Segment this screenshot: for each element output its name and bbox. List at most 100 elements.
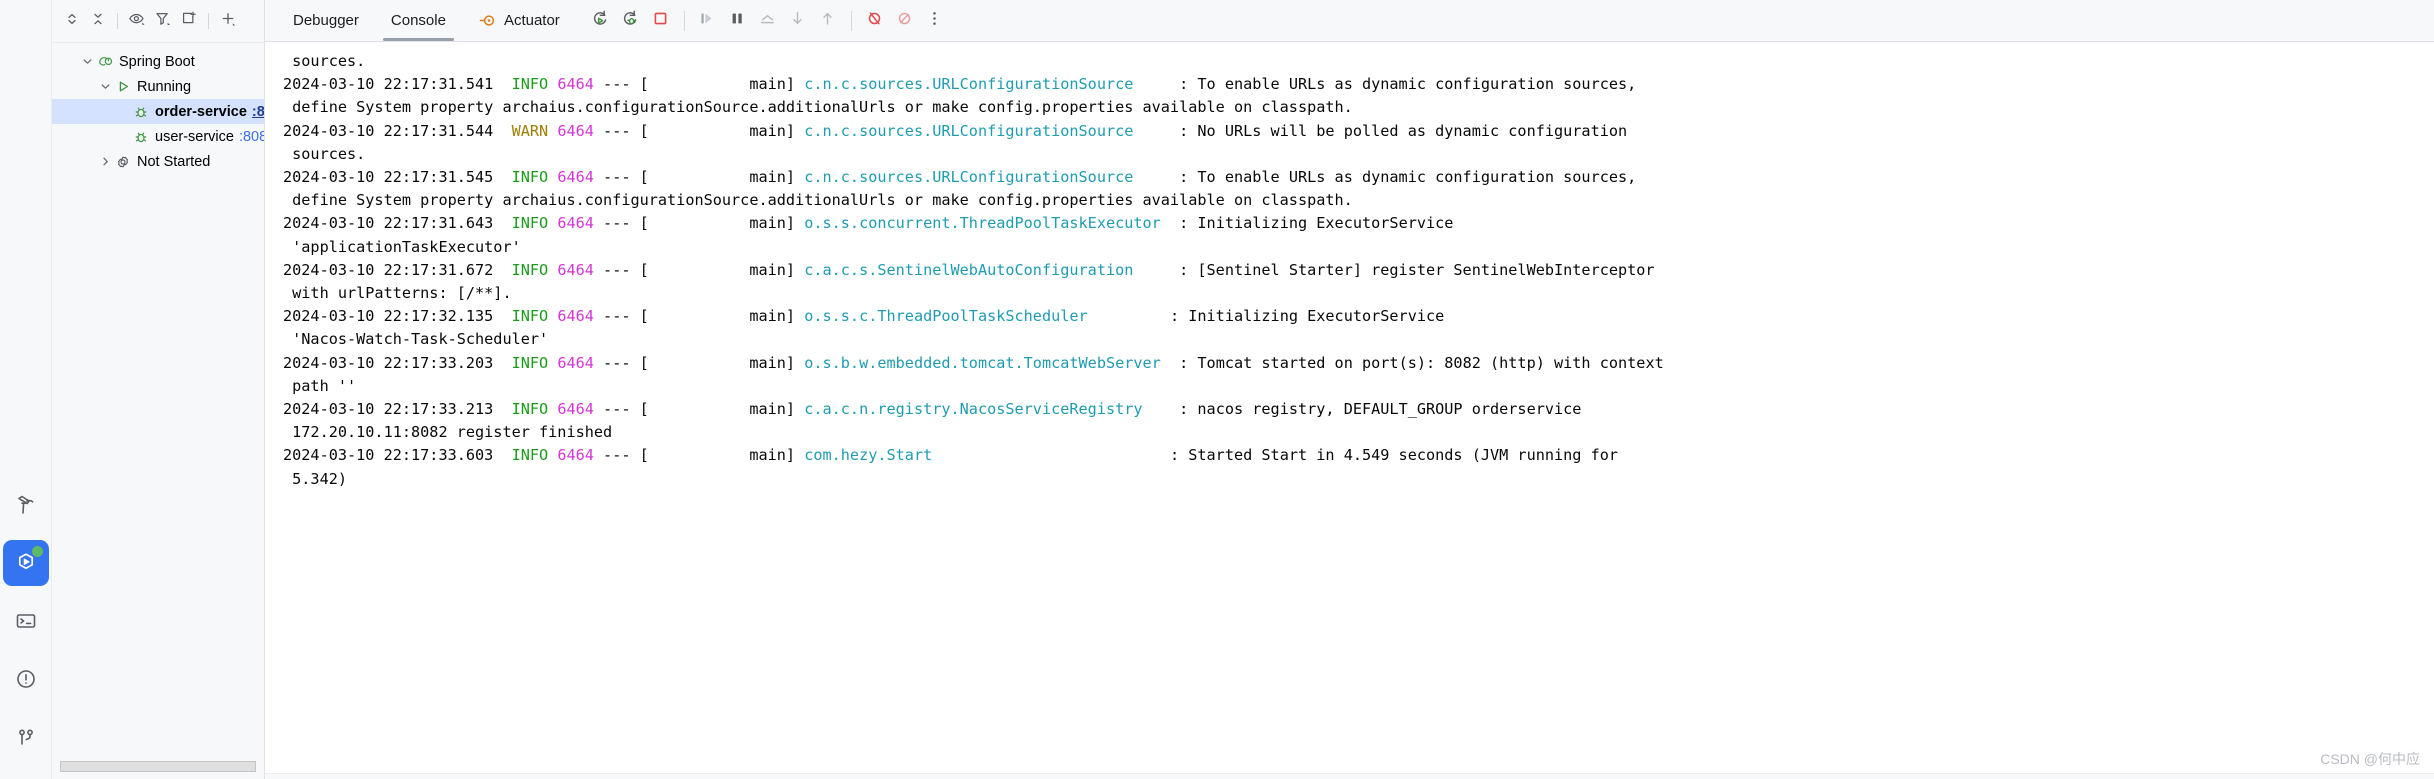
stop-button[interactable]	[646, 6, 676, 36]
log-segment-logger[interactable]: o.s.b.w.embedded.tomcat.TomcatWebServer	[804, 354, 1161, 372]
resume-program-button[interactable]	[693, 6, 723, 36]
log-segment-info: INFO	[511, 260, 549, 279]
tree-node-not-started[interactable]: Not Started	[52, 149, 264, 174]
stop-square-icon	[650, 8, 671, 34]
tab-console[interactable]: Console	[375, 0, 462, 41]
view-options-button[interactable]	[125, 9, 149, 33]
debug-bug-icon	[132, 104, 150, 120]
log-segment-logger[interactable]: c.n.c.sources.URLConfigurationSource	[804, 75, 1133, 93]
service-port-link[interactable]: :8081/	[239, 129, 264, 145]
log-segment-info: INFO	[511, 400, 549, 419]
log-segment-logger[interactable]: com.hezy.Start	[804, 446, 932, 464]
git-branch-icon	[14, 725, 38, 749]
log-segment-pid: 6464	[557, 446, 594, 465]
log-segment-logger[interactable]: c.a.c.s.SentinelWebAutoConfiguration	[804, 261, 1133, 279]
view-breakpoints-button[interactable]	[890, 6, 920, 36]
services-tool-button[interactable]	[2, 540, 49, 586]
services-panel-toolbar	[52, 0, 264, 43]
console-output[interactable]: sources. 2024-03-10 22:17:31.541 INFO 646…	[265, 42, 2434, 779]
log-segment-txt: : nacos registry, DEFAULT_GROUP orderser…	[1142, 400, 1582, 419]
git-tool-button[interactable]	[3, 714, 49, 760]
mute-breakpoints-button[interactable]	[860, 6, 890, 36]
tab-debugger[interactable]: Debugger	[277, 0, 375, 41]
log-segment-txt	[548, 75, 557, 93]
chevron-down-icon[interactable]	[96, 80, 114, 93]
log-segment-txt: : [Sentinel Starter] register SentinelWe…	[1133, 260, 1655, 279]
services-tree[interactable]: Spring Boot Running order-service:8 use…	[52, 43, 264, 779]
console-log-line: 2024-03-10 22:17:33.203 INFO 6464 --- [ …	[283, 352, 2434, 375]
step-into-button[interactable]	[783, 6, 813, 36]
log-segment-logger[interactable]: o.s.s.concurrent.ThreadPoolTaskExecutor	[804, 214, 1161, 232]
open-in-new-window-button[interactable]	[177, 9, 201, 33]
tab-label: Console	[390, 12, 446, 29]
console-log-line: 2024-03-10 22:17:31.545 INFO 6464 --- [ …	[283, 166, 2434, 189]
console-log-line: with urlPatterns: [/**].	[283, 282, 2434, 305]
log-segment-txt: sources.	[283, 52, 366, 70]
log-segment-txt: 2024-03-10 22:17:32.135	[283, 307, 512, 326]
tree-node-order-service[interactable]: order-service :8082/	[52, 99, 264, 124]
build-tool-button[interactable]	[3, 482, 49, 528]
chevron-down-icon[interactable]	[78, 55, 96, 68]
log-segment-logger[interactable]: c.n.c.sources.URLConfigurationSource	[804, 168, 1133, 186]
console-log-line: 172.20.10.11:8082 register finished	[283, 421, 2434, 444]
pause-program-button[interactable]	[723, 6, 753, 36]
add-service-button[interactable]	[216, 9, 240, 33]
problems-tool-button[interactable]	[3, 656, 49, 702]
log-segment-txt: 2024-03-10 22:17:31.672	[283, 260, 512, 279]
expand-collapse-button[interactable]	[60, 9, 84, 33]
log-segment-logger[interactable]: o.s.s.c.ThreadPoolTaskScheduler	[804, 307, 1087, 325]
console-log-line: define System property archaius.configur…	[283, 96, 2434, 119]
toolbar-separator-2	[208, 13, 209, 29]
console-log-line: 2024-03-10 22:17:31.541 INFO 6464 --- [ …	[283, 73, 2434, 96]
collapse-x-icon	[90, 11, 106, 32]
warning-circle-icon	[14, 667, 38, 691]
log-segment-txt: : To enable URLs as dynamic configuratio…	[1133, 168, 1637, 187]
console-toolbar: Debugger Console Actuator	[265, 0, 2434, 42]
log-segment-txt: --- [ main]	[593, 446, 805, 465]
tree-node-user-service[interactable]: user-service :8081/	[52, 124, 264, 149]
log-segment-txt: 'Nacos-Watch-Task-Scheduler'	[283, 330, 549, 349]
log-segment-logger[interactable]: c.n.c.sources.URLConfigurationSource	[804, 122, 1133, 140]
left-tool-window-strip	[0, 0, 52, 779]
step-up-button[interactable]	[813, 6, 843, 36]
log-segment-txt: : Initializing ExecutorService	[1160, 214, 1454, 233]
console-bottom-strip	[265, 773, 2434, 779]
more-options-button[interactable]	[920, 6, 950, 36]
service-port-link[interactable]: :8082/	[252, 104, 264, 120]
log-segment-txt: : Tomcat started on port(s): 8082 (http)…	[1160, 353, 1664, 372]
tree-node-running[interactable]: Running	[52, 74, 264, 99]
log-segment-txt: --- [ main]	[593, 75, 805, 94]
log-segment-txt: sources.	[283, 144, 366, 163]
collapse-all-button[interactable]	[86, 9, 110, 33]
tree-node-spring-boot[interactable]: Spring Boot	[52, 49, 264, 74]
log-segment-txt: define System property archaius.configur…	[283, 98, 1353, 117]
log-segment-info: INFO	[511, 446, 549, 465]
log-segment-txt: 2024-03-10 22:17:31.545	[283, 168, 512, 187]
gear-icon	[114, 154, 132, 170]
console-log-line: 2024-03-10 22:17:31.643 INFO 6464 --- [ …	[283, 212, 2434, 235]
console-log-line: 'Nacos-Watch-Task-Scheduler'	[283, 328, 2434, 351]
hammer-icon	[14, 493, 38, 517]
log-segment-info: INFO	[511, 214, 549, 233]
terminal-tool-button[interactable]	[3, 598, 49, 644]
toolbar-separator-4	[850, 10, 852, 31]
log-segment-txt: 2024-03-10 22:17:31.541	[283, 75, 512, 94]
step-up-icon	[817, 8, 838, 34]
chevron-right-icon[interactable]	[96, 155, 114, 168]
services-panel-horizontal-scrollbar[interactable]	[60, 761, 256, 772]
breakpoints-crossed-icon	[894, 8, 915, 34]
log-segment-pid: 6464	[557, 400, 594, 419]
log-segment-pid: 6464	[557, 353, 594, 372]
console-log-line: sources.	[283, 50, 2434, 73]
tree-node-label: Spring Boot	[119, 53, 195, 70]
log-segment-logger[interactable]: c.a.c.n.registry.NacosServiceRegistry	[804, 400, 1142, 418]
console-log-line: 'applicationTaskExecutor'	[283, 236, 2434, 259]
rerun-debug-button[interactable]	[616, 6, 646, 36]
step-out-button[interactable]	[753, 6, 783, 36]
tab-actuator[interactable]: Actuator	[462, 0, 576, 41]
filter-button[interactable]	[151, 9, 175, 33]
actuator-icon	[478, 11, 497, 30]
console-log-line: sources.	[283, 143, 2434, 166]
toolbar-separator-1	[117, 13, 118, 29]
rerun-button[interactable]	[586, 6, 616, 36]
